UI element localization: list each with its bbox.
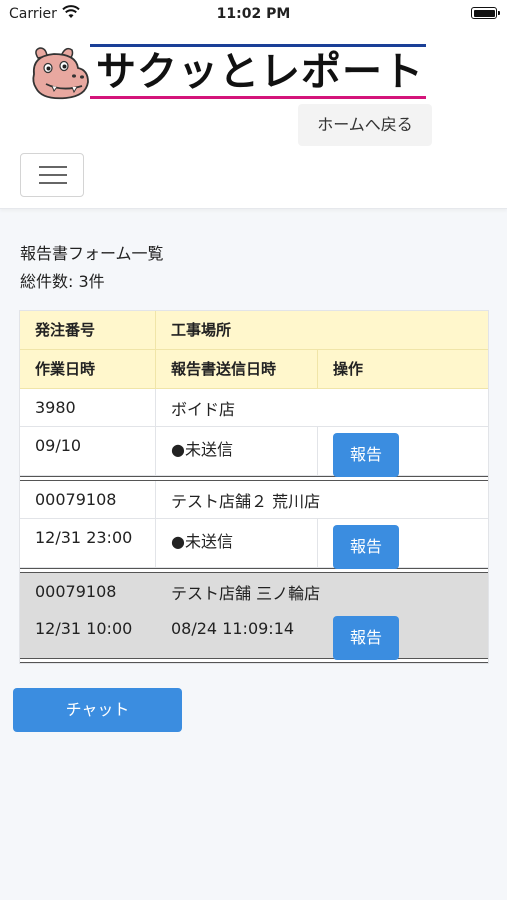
site-cell: テスト店舗 三ノ輪店 [171, 583, 321, 603]
action-cell: 報告 [318, 519, 488, 569]
hamburger-icon [39, 182, 67, 184]
header-action: 操作 [333, 360, 364, 378]
work-date-cell: 12/31 10:00 [35, 619, 133, 638]
sent-status-cell: ●未送信 [156, 427, 318, 475]
header-sent-date: 報告書送信日時 [156, 350, 318, 388]
table-row: 09/10 ●未送信 報告 [20, 427, 488, 477]
battery-icon [471, 7, 500, 19]
menu-toggle-button[interactable] [20, 153, 84, 197]
report-button[interactable]: 報告 [333, 433, 399, 477]
table-record: 00079108 テスト店舗２ 荒川店 12/31 23:00 ●未送信 報告 [20, 481, 488, 569]
header-work-date: 作業日時 [20, 350, 156, 388]
work-date-cell: 12/31 23:00 [20, 519, 156, 567]
chat-button[interactable]: チャット [13, 688, 182, 732]
site-cell: ボイド店 [171, 399, 236, 419]
hippo-logo-icon [32, 47, 89, 100]
order-no-cell: 00079108 [35, 582, 117, 601]
action-cell: 報告 [318, 610, 488, 660]
action-cell: 報告 [318, 427, 488, 477]
table-row: 00079108 テスト店舗 三ノ輪店 [20, 573, 488, 610]
status-bar: Carrier 11:02 PM [0, 0, 507, 28]
site-cell: テスト店舗２ 荒川店 [171, 491, 321, 511]
report-button[interactable]: 報告 [333, 616, 399, 660]
table-record-sent: 00079108 テスト店舗 三ノ輪店 12/31 10:00 08/24 11… [20, 573, 488, 660]
header-order-no: 発注番号 [20, 311, 156, 349]
work-date-cell: 09/10 [20, 427, 156, 475]
report-table: 発注番号 工事場所 作業日時 報告書送信日時 操作 3980 ボイド店 09/1… [19, 310, 489, 664]
app-logo-text: サクッとレポート [96, 49, 424, 95]
home-button[interactable]: ホームへ戻る [298, 104, 432, 146]
table-record: 3980 ボイド店 09/10 ●未送信 報告 [20, 389, 488, 477]
table-row: 12/31 10:00 08/24 11:09:14 報告 [20, 610, 488, 660]
table-header-row: 発注番号 工事場所 [20, 311, 488, 350]
logo-bottom-stripe [90, 96, 426, 99]
order-no-cell: 00079108 [20, 481, 156, 518]
table-row: 3980 ボイド店 [20, 389, 488, 427]
table-row: 00079108 テスト店舗２ 荒川店 [20, 481, 488, 519]
app-header: サクッとレポート ホームへ戻る [0, 28, 507, 209]
clock: 11:02 PM [216, 6, 291, 22]
sent-status-cell: ●未送信 [156, 519, 318, 567]
page-title: 報告書フォーム一覧 [20, 244, 164, 263]
total-count: 総件数: 3件 [20, 272, 105, 291]
hamburger-icon [39, 174, 67, 176]
table-row: 12/31 23:00 ●未送信 報告 [20, 519, 488, 569]
report-button[interactable]: 報告 [333, 525, 399, 569]
hamburger-icon [39, 166, 67, 168]
order-no-cell: 3980 [20, 389, 156, 426]
table-header-row: 作業日時 報告書送信日時 操作 [20, 350, 488, 389]
sent-date-cell: 08/24 11:09:14 [171, 619, 295, 638]
record-divider [20, 658, 488, 663]
header-site: 工事場所 [171, 321, 232, 339]
